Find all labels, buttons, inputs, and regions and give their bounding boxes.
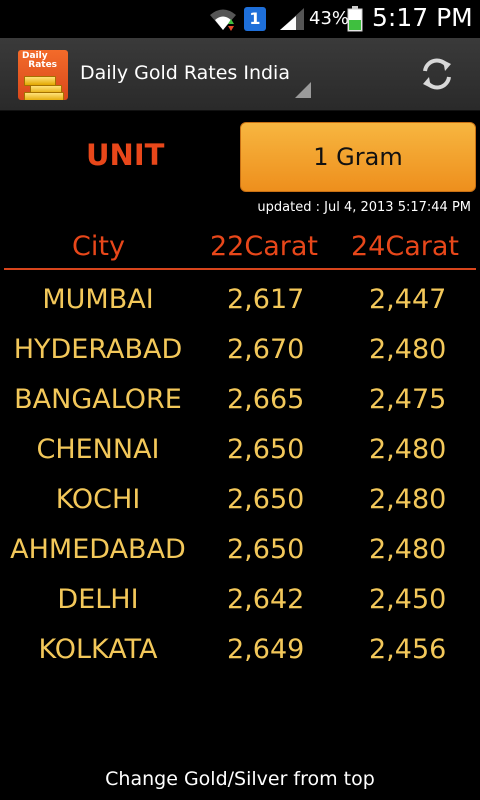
wifi-icon	[210, 9, 236, 31]
rate-22carat-cell: 2,642	[227, 584, 305, 615]
rate-22carat-cell: 2,650	[227, 484, 305, 515]
unit-label: UNIT	[86, 138, 165, 172]
refresh-icon[interactable]	[418, 55, 456, 93]
rate-24carat-cell: 2,450	[369, 584, 447, 615]
rate-22carat-cell: 2,650	[227, 434, 305, 465]
rate-22carat-cell: 2,665	[227, 384, 305, 415]
app-logo-icon: Daily Rates	[18, 50, 68, 100]
status-bar: 1 43% 5:17 PM	[0, 0, 480, 38]
table-row: CHENNAI 2,650 2,480	[0, 426, 480, 476]
rate-24carat-cell: 2,480	[369, 434, 447, 465]
action-bar: Daily Rates Daily Gold Rates India	[0, 38, 480, 111]
rates-table: MUMBAI 2,617 2,447 HYDERABAD 2,670 2,480…	[0, 276, 480, 676]
header-24carat: 24Carat	[351, 231, 459, 262]
city-cell: BANGALORE	[14, 384, 182, 415]
rate-22carat-cell: 2,650	[227, 534, 305, 565]
signal-icon	[280, 8, 304, 30]
rate-24carat-cell: 2,475	[369, 384, 447, 415]
footer-hint: Change Gold/Silver from top	[105, 768, 375, 790]
city-cell: AHMEDABAD	[10, 534, 186, 565]
table-row: KOCHI 2,650 2,480	[0, 476, 480, 526]
city-cell: CHENNAI	[36, 434, 160, 465]
city-cell: MUMBAI	[42, 284, 154, 315]
city-cell: HYDERABAD	[13, 334, 183, 365]
city-cell: KOCHI	[55, 484, 141, 515]
unit-select-button[interactable]: 1 Gram	[240, 122, 476, 192]
city-cell: DELHI	[57, 584, 139, 615]
rate-24carat-cell: 2,480	[369, 484, 447, 515]
table-row: MUMBAI 2,617 2,447	[0, 276, 480, 326]
table-row: BANGALORE 2,665 2,475	[0, 376, 480, 426]
rate-22carat-cell: 2,670	[227, 334, 305, 365]
rate-22carat-cell: 2,649	[227, 634, 305, 665]
updated-timestamp: updated : Jul 4, 2013 5:17:44 PM	[257, 200, 471, 215]
city-cell: KOLKATA	[38, 634, 158, 665]
header-22carat: 22Carat	[210, 231, 318, 262]
table-row: DELHI 2,642 2,450	[0, 576, 480, 626]
battery-percent: 43%	[309, 8, 350, 29]
table-row: HYDERABAD 2,670 2,480	[0, 326, 480, 376]
app-title[interactable]: Daily Gold Rates India	[80, 62, 290, 84]
header-city: City	[72, 231, 125, 262]
table-row: AHMEDABAD 2,650 2,480	[0, 526, 480, 576]
dropdown-indicator-icon[interactable]	[295, 82, 311, 98]
rate-22carat-cell: 2,617	[227, 284, 305, 315]
rate-24carat-cell: 2,480	[369, 534, 447, 565]
rate-24carat-cell: 2,447	[369, 284, 447, 315]
status-time: 5:17 PM	[372, 3, 473, 32]
battery-icon	[347, 6, 363, 32]
header-divider	[4, 268, 476, 270]
notification-badge: 1	[244, 7, 266, 31]
rate-24carat-cell: 2,456	[369, 634, 447, 665]
rate-24carat-cell: 2,480	[369, 334, 447, 365]
table-row: KOLKATA 2,649 2,456	[0, 626, 480, 676]
